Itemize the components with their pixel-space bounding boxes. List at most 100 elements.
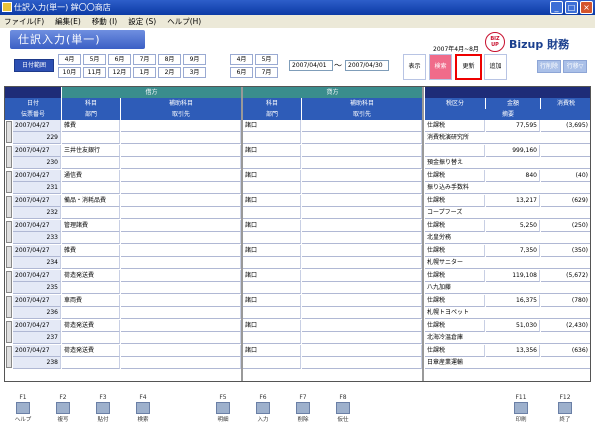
credit-sub-cell[interactable] [302,220,422,232]
debit-partner-cell[interactable] [121,132,241,144]
journal-row[interactable]: 2007/04/27 車両費 諸口 仕課税 16,375 (780) 236 札幌トヨペット [5,295,590,320]
debit-sub-cell[interactable] [121,270,241,282]
ctax-cell[interactable]: (5,672) [541,270,590,282]
credit-account-cell[interactable]: 諸口 [243,195,301,207]
description-cell[interactable]: 北皇労務 [425,232,590,244]
amount-cell[interactable]: 13,356 [486,345,540,357]
tax-kind-cell[interactable]: 仕課税 [425,345,485,357]
slip-number-cell[interactable]: 232 [13,207,61,219]
debit-sub-cell[interactable] [121,345,241,357]
ctax-cell[interactable]: (780) [541,295,590,307]
month-mar[interactable]: 3月 [183,67,206,78]
month-sep[interactable]: 9月 [183,54,206,65]
date-cell[interactable]: 2007/04/27 [13,295,61,307]
journal-row[interactable]: 2007/04/27 荷造発送費 諸口 仕課税 119,108 (5,672) 235 八九加… [5,270,590,295]
date-range-button[interactable]: 日付範囲 [14,59,54,72]
amount-cell[interactable]: 7,350 [486,245,540,257]
fkey-f2[interactable]: F2 複写 [44,394,82,428]
credit-account-cell[interactable]: 諸口 [243,170,301,182]
debit-sub-cell[interactable] [121,170,241,182]
credit-sub-cell[interactable] [302,270,422,282]
debit-account-cell[interactable]: 荷造発送費 [62,270,120,282]
credit-sub-cell[interactable] [302,245,422,257]
fkey-f5[interactable]: F5 明細 [204,394,242,428]
slip-number-cell[interactable]: 235 [13,282,61,294]
credit-partner-cell[interactable] [302,132,422,144]
row-select-handle[interactable] [6,271,12,293]
journal-row[interactable]: 2007/04/27 荷造発送費 諸口 仕課税 51,030 (2,430) 237 北海冷温… [5,320,590,345]
slip-number-cell[interactable]: 229 [13,132,61,144]
quarter-may[interactable]: 5月 [255,54,278,65]
month-nov[interactable]: 11月 [83,67,106,78]
tax-kind-cell[interactable]: 仕課税 [425,320,485,332]
amount-cell[interactable]: 77,595 [486,120,540,132]
journal-row[interactable]: 2007/04/27 雑費 諸口 仕課税 7,350 (350) 234 札幌サニター [5,245,590,270]
close-button[interactable]: × [580,1,593,14]
month-aug[interactable]: 8月 [158,54,181,65]
credit-dept-cell[interactable] [243,132,301,144]
tax-kind-cell[interactable] [425,145,485,157]
debit-dept-cell[interactable] [62,357,120,369]
slip-number-cell[interactable]: 230 [13,157,61,169]
amount-cell[interactable]: 840 [486,170,540,182]
debit-sub-cell[interactable] [121,245,241,257]
credit-account-cell[interactable]: 諸口 [243,120,301,132]
row-select-handle[interactable] [6,196,12,218]
debit-dept-cell[interactable] [62,332,120,344]
credit-partner-cell[interactable] [302,182,422,194]
debit-partner-cell[interactable] [121,157,241,169]
credit-dept-cell[interactable] [243,182,301,194]
credit-dept-cell[interactable] [243,307,301,319]
description-cell[interactable]: 振り込み手数料 [425,182,590,194]
credit-partner-cell[interactable] [302,357,422,369]
slip-number-cell[interactable]: 231 [13,182,61,194]
ctax-cell[interactable]: (350) [541,245,590,257]
slip-number-cell[interactable]: 236 [13,307,61,319]
debit-partner-cell[interactable] [121,207,241,219]
date-cell[interactable]: 2007/04/27 [13,320,61,332]
row-select-handle[interactable] [6,246,12,268]
credit-partner-cell[interactable] [302,332,422,344]
debit-account-cell[interactable]: 通信費 [62,170,120,182]
tax-kind-cell[interactable]: 仕課税 [425,120,485,132]
credit-sub-cell[interactable] [302,170,422,182]
debit-account-cell[interactable]: 管理諸費 [62,220,120,232]
row-select-handle[interactable] [6,146,12,168]
debit-dept-cell[interactable] [62,157,120,169]
move-row-button[interactable]: 行移▽ [563,60,587,73]
debit-partner-cell[interactable] [121,257,241,269]
row-select-handle[interactable] [6,171,12,193]
date-cell[interactable]: 2007/04/27 [13,270,61,282]
tax-kind-cell[interactable]: 仕課税 [425,170,485,182]
amount-cell[interactable]: 119,108 [486,270,540,282]
debit-account-cell[interactable]: 雑費 [62,245,120,257]
ctax-cell[interactable]: (629) [541,195,590,207]
journal-row[interactable]: 2007/04/27 備品・消耗品費 諸口 仕課税 13,217 (629) 232 コープフ… [5,195,590,220]
ctax-cell[interactable]: (636) [541,345,590,357]
slip-number-cell[interactable]: 233 [13,232,61,244]
credit-account-cell[interactable]: 諸口 [243,345,301,357]
month-jun[interactable]: 6月 [108,54,131,65]
show-button[interactable]: 表示 [403,54,426,80]
credit-sub-cell[interactable] [302,145,422,157]
amount-cell[interactable]: 999,160 [486,145,540,157]
maximize-button[interactable]: □ [565,1,578,14]
menu-settings[interactable]: 設定 (S) [128,15,156,28]
tax-kind-cell[interactable]: 仕課税 [425,220,485,232]
month-apr[interactable]: 4月 [58,54,81,65]
credit-partner-cell[interactable] [302,257,422,269]
debit-partner-cell[interactable] [121,357,241,369]
fkey-f8[interactable]: F8 仮仕 [324,394,362,428]
debit-partner-cell[interactable] [121,332,241,344]
description-cell[interactable]: 消費税演研究所 [425,132,590,144]
fkey-f7[interactable]: F7 削除 [284,394,322,428]
debit-partner-cell[interactable] [121,232,241,244]
credit-account-cell[interactable]: 諸口 [243,145,301,157]
date-to-input[interactable]: 2007/04/30 [345,60,389,71]
credit-account-cell[interactable]: 諸口 [243,320,301,332]
debit-account-cell[interactable]: 三井住友銀行 [62,145,120,157]
description-cell[interactable]: 預金振り替え [425,157,590,169]
journal-row[interactable]: 2007/04/27 三井住友銀行 諸口 999,160 230 預金振り替え [5,145,590,170]
debit-partner-cell[interactable] [121,282,241,294]
credit-account-cell[interactable]: 諸口 [243,220,301,232]
